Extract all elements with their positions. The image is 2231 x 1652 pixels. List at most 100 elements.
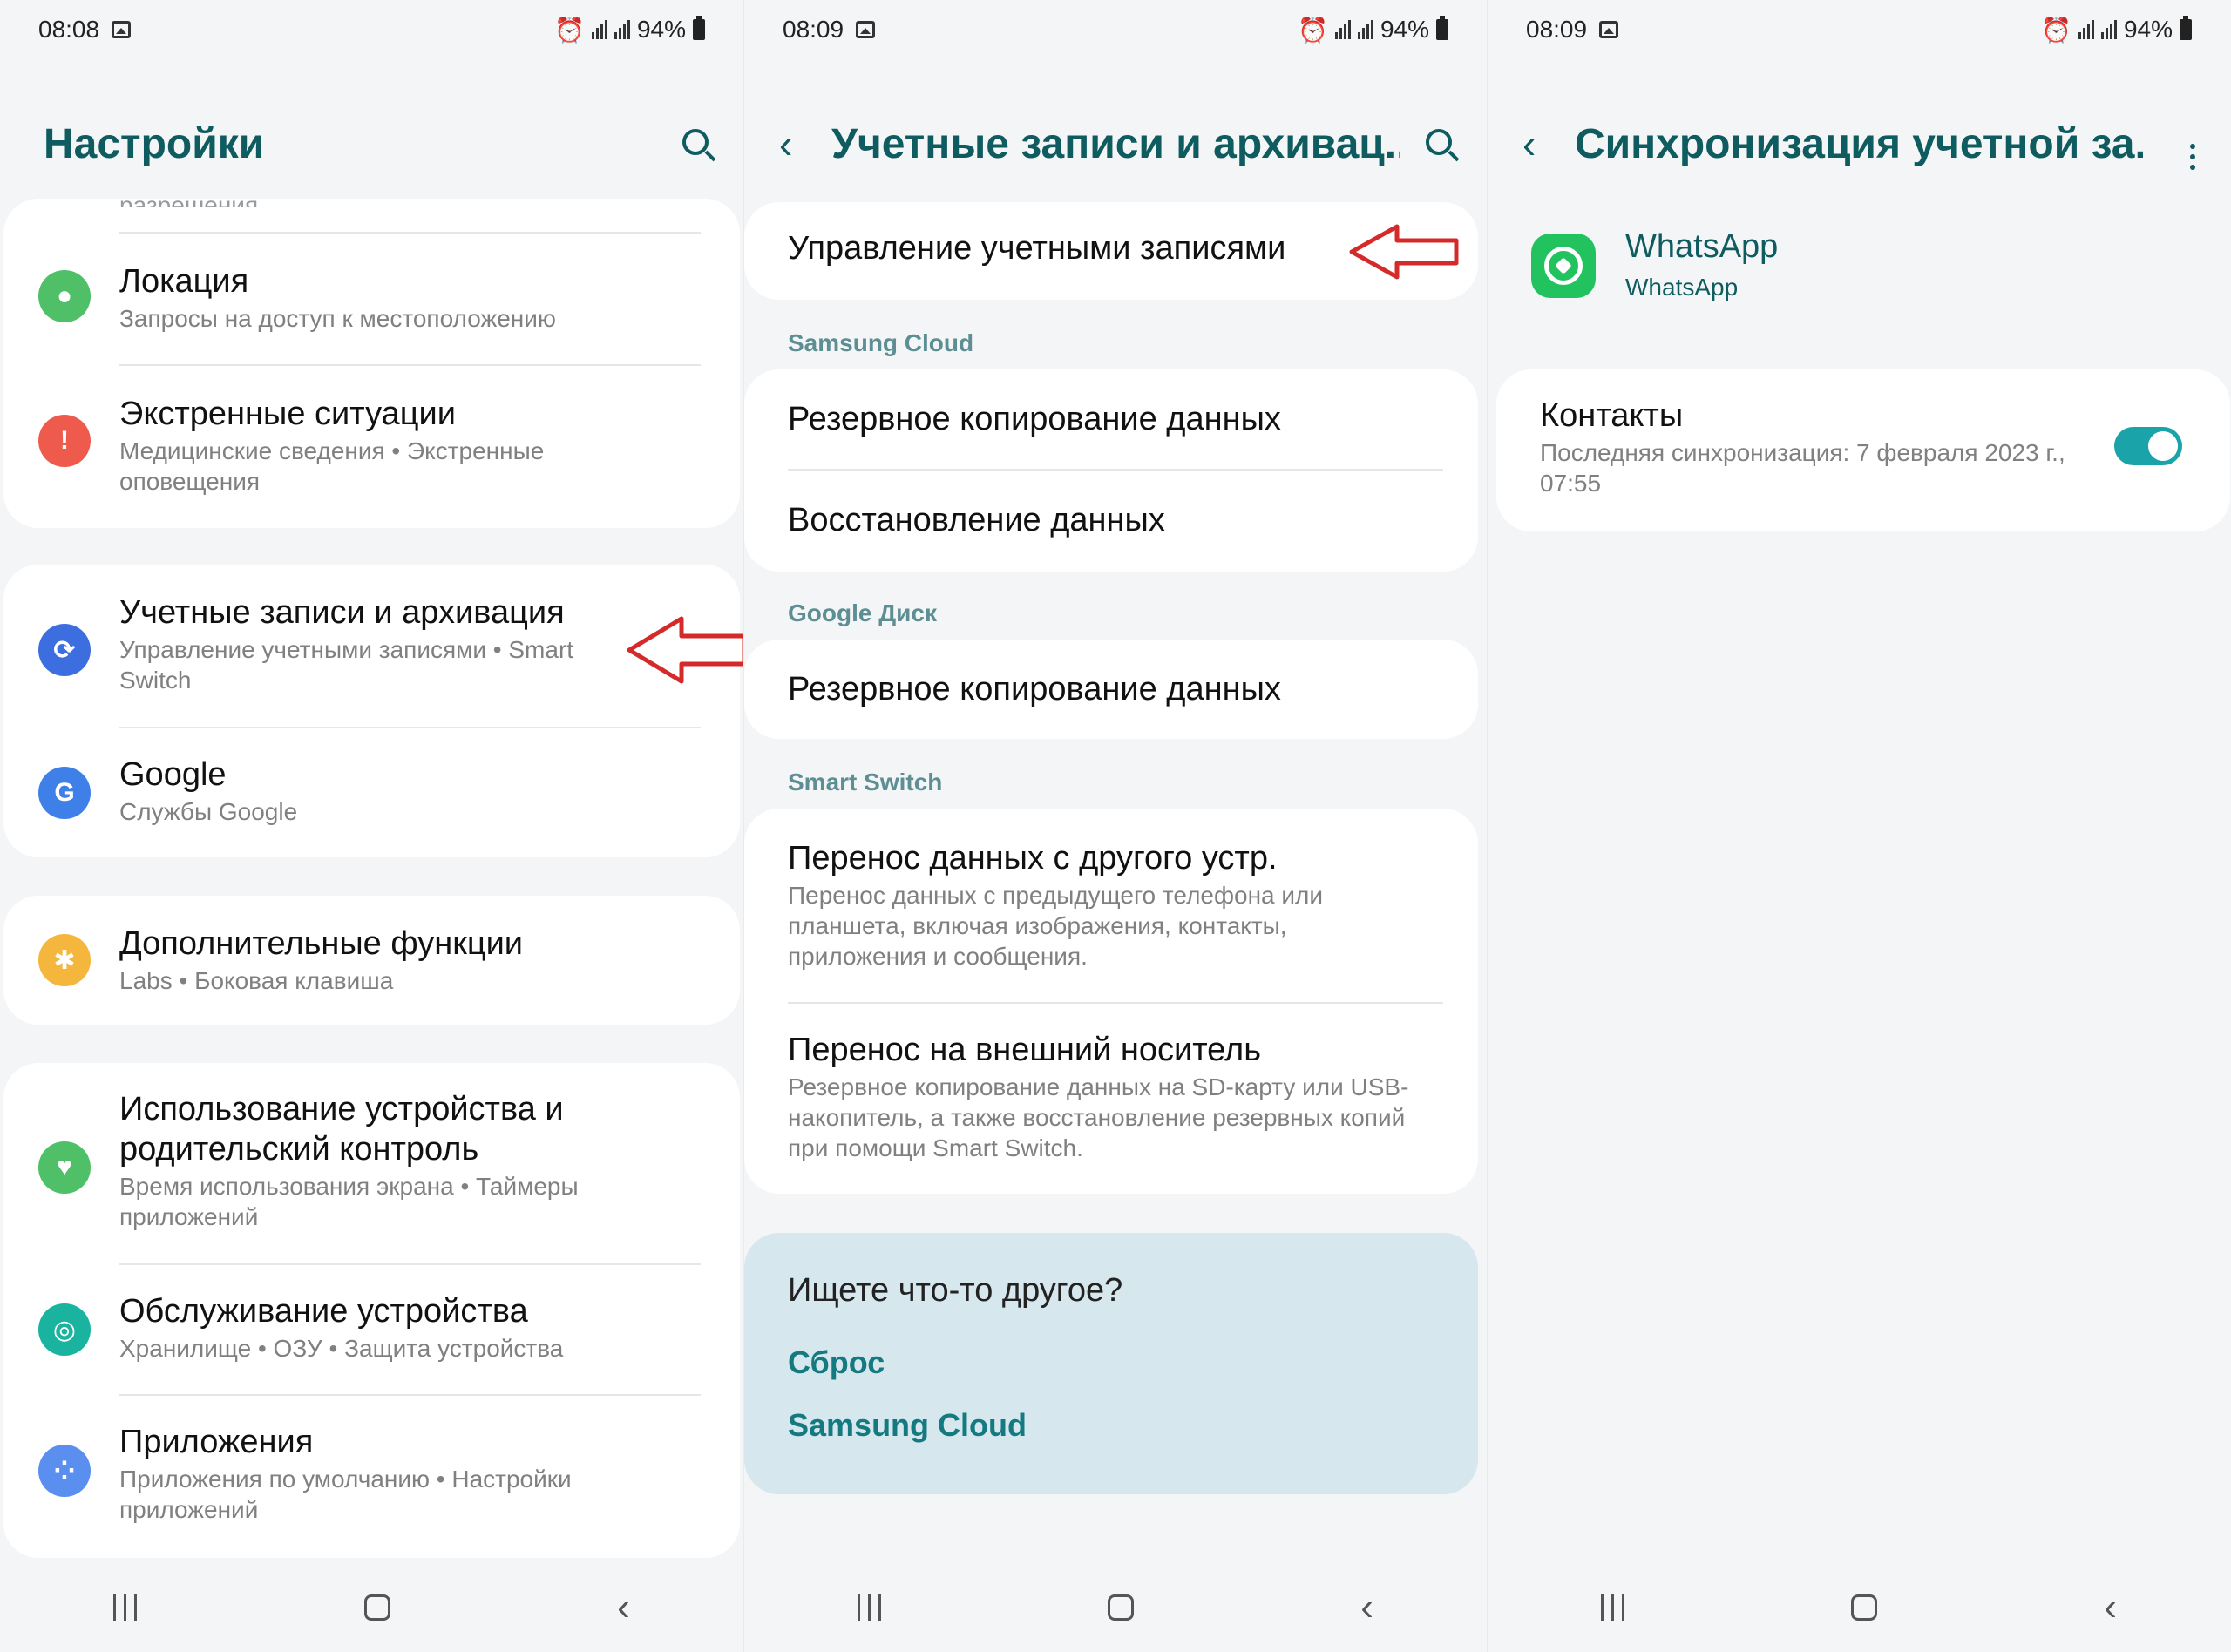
item-subtitle: Резервное копирование данных на SD-карту… bbox=[788, 1073, 1409, 1161]
item-subtitle: Время использования экрана • Таймеры при… bbox=[119, 1173, 579, 1230]
item-title: Использование устройства и родительский … bbox=[119, 1091, 564, 1168]
navigation-bar: ‹ bbox=[744, 1581, 1487, 1634]
location-pin-icon: ● bbox=[38, 270, 91, 322]
back-button[interactable]: ‹ bbox=[1360, 1588, 1373, 1627]
signal-icon bbox=[1334, 20, 1351, 39]
recent-apps-button[interactable] bbox=[858, 1594, 882, 1621]
settings-item-google[interactable]: G Google Службы Google bbox=[3, 755, 740, 825]
back-arrow-button[interactable]: ‹ bbox=[779, 120, 831, 167]
search-button[interactable] bbox=[656, 125, 709, 164]
settings-card: разрешения ● Локация Запросы на доступ к… bbox=[3, 192, 740, 528]
status-time: 08:09 bbox=[1526, 16, 1588, 43]
recent-apps-button[interactable] bbox=[113, 1594, 138, 1621]
signal-icon bbox=[591, 20, 607, 39]
settings-item-digital-wellbeing[interactable]: ♥ Использование устройства и родительски… bbox=[3, 1089, 740, 1237]
item-title: Перенос на внешний носитель bbox=[788, 1032, 1262, 1068]
item-title: Перенос данных с другого устр. bbox=[788, 840, 1278, 877]
divider bbox=[119, 727, 701, 728]
google-drive-card: Резервное копирование данных bbox=[744, 640, 1478, 739]
status-bar: 08:09 ⏰ 94% bbox=[1526, 12, 2192, 47]
back-button[interactable]: ‹ bbox=[2104, 1588, 2117, 1627]
annotation-arrow bbox=[1349, 224, 1459, 280]
divider bbox=[119, 364, 701, 366]
accounts-backup-screen: 08:09 ⏰ 94% ‹ Учетные записи и архивац..… bbox=[743, 0, 1487, 1652]
heart-circle-icon: ♥ bbox=[38, 1141, 91, 1194]
item-subtitle: Управление учетными записями • Smart Swi… bbox=[119, 636, 574, 694]
looking-for-something-else-card: Ищете что-то другое? Сброс Samsung Cloud bbox=[744, 1233, 1478, 1494]
battery-level: 94% bbox=[1380, 16, 1429, 43]
item-title: Локация bbox=[119, 263, 249, 300]
divider bbox=[119, 1394, 701, 1396]
search-icon bbox=[682, 128, 709, 155]
signal-icon bbox=[2078, 20, 2094, 39]
battery-level: 94% bbox=[636, 16, 686, 43]
navigation-bar: ‹ bbox=[0, 1581, 743, 1634]
sync-icon: ⟳ bbox=[38, 624, 91, 676]
settings-item-location[interactable]: ● Локация Запросы на доступ к местополож… bbox=[3, 261, 740, 332]
samsung-cloud-card: Резервное копирование данных Восстановле… bbox=[744, 369, 1478, 572]
apps-grid-icon: ⁘ bbox=[38, 1445, 91, 1497]
chevron-left-icon: ‹ bbox=[779, 121, 793, 166]
settings-screen: 08:08 ⏰ 94% Настройки разрешения ● Локац bbox=[0, 0, 743, 1652]
divider bbox=[788, 1002, 1443, 1004]
signal-icon bbox=[2100, 20, 2117, 39]
item-title: Приложения bbox=[119, 1424, 314, 1460]
home-button[interactable] bbox=[363, 1594, 390, 1621]
alert-icon: ! bbox=[38, 415, 91, 467]
item-title: Контакты bbox=[1540, 397, 1684, 434]
settings-card: ✱ Дополнительные функции Labs • Боковая … bbox=[3, 896, 740, 1025]
back-button[interactable]: ‹ bbox=[617, 1588, 630, 1627]
item-title: Google bbox=[119, 756, 227, 793]
more-options-button[interactable] bbox=[2143, 118, 2195, 170]
alarm-icon: ⏰ bbox=[2041, 16, 2072, 44]
search-button[interactable] bbox=[1400, 125, 1452, 164]
reset-link[interactable]: Сброс bbox=[788, 1344, 885, 1381]
item-subtitle: Службы Google bbox=[119, 798, 298, 825]
divider bbox=[119, 232, 701, 234]
signal-icon bbox=[1357, 20, 1373, 39]
section-header: Samsung Cloud bbox=[788, 329, 974, 356]
item-subtitle: Labs • Боковая клавиша bbox=[119, 967, 394, 994]
more-vertical-icon bbox=[2190, 143, 2195, 170]
smart-switch-card: Перенос данных с другого устр. Перенос д… bbox=[744, 809, 1478, 1194]
item-subtitle: Запросы на доступ к местоположению bbox=[119, 305, 556, 332]
settings-item-emergency[interactable]: ! Экстренные ситуации Медицинские сведен… bbox=[3, 394, 740, 498]
app-bar: Настройки bbox=[44, 113, 709, 174]
battery-icon bbox=[1436, 16, 1448, 40]
settings-card: ♥ Использование устройства и родительски… bbox=[3, 1063, 740, 1558]
samsung-cloud-link[interactable]: Samsung Cloud bbox=[788, 1407, 1027, 1444]
annotation-arrow bbox=[627, 616, 743, 684]
home-button[interactable] bbox=[1851, 1594, 1878, 1621]
status-time: 08:09 bbox=[783, 16, 844, 43]
settings-item-advanced-features[interactable]: ✱ Дополнительные функции Labs • Боковая … bbox=[3, 924, 740, 994]
battery-icon bbox=[2180, 16, 2192, 40]
navigation-bar: ‹ bbox=[1488, 1581, 2230, 1634]
care-icon: ◎ bbox=[38, 1303, 91, 1356]
contacts-sync-toggle[interactable] bbox=[2114, 427, 2182, 465]
gear-plus-icon: ✱ bbox=[38, 934, 91, 986]
screens: 08:08 ⏰ 94% Настройки разрешения ● Локац bbox=[0, 0, 2231, 1652]
app-bar: ‹ Учетные записи и архивац... bbox=[779, 113, 1452, 174]
battery-icon bbox=[693, 16, 705, 40]
item-title: Восстановление данных bbox=[788, 502, 1165, 538]
home-button[interactable] bbox=[1108, 1594, 1135, 1621]
item-title: Дополнительные функции bbox=[119, 925, 524, 962]
item-title: Экстренные ситуации bbox=[119, 396, 456, 432]
item-subtitle: Перенос данных с предыдущего телефона ил… bbox=[788, 882, 1324, 970]
account-app-name: WhatsApp bbox=[1625, 228, 1779, 265]
settings-item-device-care[interactable]: ◎ Обслуживание устройства Хранилище • ОЗ… bbox=[3, 1291, 740, 1362]
item-title: Управление учетными записями bbox=[788, 230, 1286, 267]
google-icon: G bbox=[38, 767, 91, 819]
settings-item-apps[interactable]: ⁘ Приложения Приложения по умолчанию • Н… bbox=[3, 1422, 740, 1527]
app-bar: ‹ Синхронизация учетной за... bbox=[1522, 113, 2195, 174]
item-subtitle: Последняя синхронизация: 7 февраля 2023 … bbox=[1540, 439, 2065, 497]
page-title: Учетные записи и архивац... bbox=[831, 120, 1400, 167]
back-arrow-button[interactable]: ‹ bbox=[1522, 120, 1575, 167]
item-title: Резервное копирование данных bbox=[788, 401, 1281, 437]
recent-apps-button[interactable] bbox=[1601, 1594, 1625, 1621]
toggle-knob bbox=[2148, 431, 2178, 461]
alarm-icon: ⏰ bbox=[1298, 16, 1328, 44]
alarm-icon: ⏰ bbox=[554, 16, 585, 44]
search-icon bbox=[1426, 128, 1452, 155]
settings-card: ⟳ Учетные записи и архивация Управление … bbox=[3, 565, 740, 857]
